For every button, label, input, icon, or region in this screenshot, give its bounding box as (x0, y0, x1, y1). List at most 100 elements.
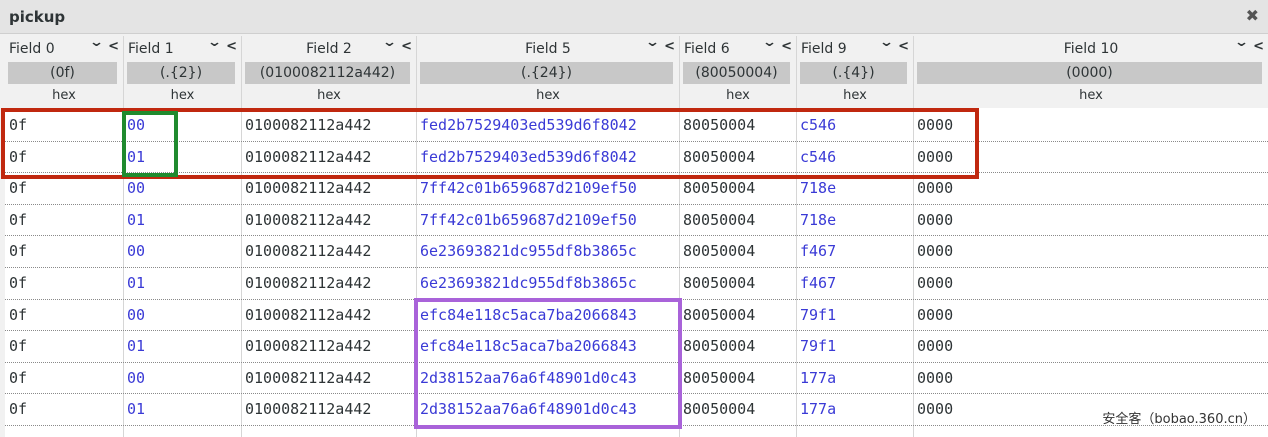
chevron-down-icon[interactable]: ⌄ (645, 35, 660, 53)
table-cell[interactable]: 0f (9, 110, 121, 141)
table-cell[interactable]: efc84e118c5aca7ba2066843 (420, 331, 677, 362)
column-name[interactable]: Field 0 (9, 41, 55, 59)
chevron-down-icon[interactable]: ⌄ (89, 35, 104, 53)
table-row[interactable]: 0f 00 0100082112a442 2d38152aa76a6f48901d0c… (5, 363, 1268, 395)
chevron-left-icon[interactable]: < (401, 39, 412, 57)
chevron-left-icon[interactable]: < (898, 39, 909, 57)
table-cell[interactable]: 79f1 (800, 300, 911, 331)
table-row[interactable]: 0f 01 0100082112a442 fed2b7529403ed539d6f80… (5, 142, 1268, 174)
table-row[interactable]: 0f 00 0100082112a442 efc84e118c5aca7ba20668… (5, 300, 1268, 332)
table-cell[interactable]: 6e23693821dc955df8b3865c (420, 268, 677, 299)
chevron-left-icon[interactable]: < (108, 39, 119, 57)
table-cell[interactable]: 80050004 (683, 331, 794, 362)
column-format[interactable]: hex (5, 88, 123, 106)
table-cell[interactable]: fed2b7529403ed539d6f8042 (420, 142, 677, 173)
table-row[interactable]: 0f 01 0100082112a442 efc84e118c5aca7ba20668… (5, 331, 1268, 363)
chevron-down-icon[interactable]: ⌄ (1234, 35, 1249, 53)
table-cell[interactable]: 0100082112a442 (245, 110, 414, 141)
chevron-down-icon[interactable]: ⌄ (382, 35, 397, 53)
close-icon[interactable]: ✖ (1246, 6, 1259, 26)
table-cell[interactable]: 00 (127, 363, 239, 394)
table-cell[interactable]: 718e (800, 205, 911, 236)
table-cell[interactable]: 80050004 (683, 236, 794, 267)
table-cell[interactable]: 0100082112a442 (245, 363, 414, 394)
column-filter-input[interactable]: (0f) (8, 62, 117, 84)
table-cell[interactable]: 6e23693821dc955df8b3865c (420, 236, 677, 267)
table-cell[interactable]: 0f (9, 331, 121, 362)
table-cell[interactable]: efc84e118c5aca7ba2066843 (420, 300, 677, 331)
table-cell[interactable]: 00 (127, 110, 239, 141)
table-cell[interactable]: 80050004 (683, 205, 794, 236)
table-cell[interactable]: 00 (127, 173, 239, 204)
table-cell[interactable]: 80050004 (683, 300, 794, 331)
table-cell[interactable]: 0f (9, 300, 121, 331)
table-cell[interactable]: 0100082112a442 (245, 268, 414, 299)
column-format[interactable]: hex (680, 88, 796, 106)
table-cell[interactable]: 80050004 (683, 268, 794, 299)
table-cell[interactable]: 01 (127, 268, 239, 299)
table-cell[interactable]: 0100082112a442 (245, 205, 414, 236)
table-cell[interactable]: 01 (127, 394, 239, 425)
table-cell[interactable]: 80050004 (683, 142, 794, 173)
table-cell[interactable]: 0000 (917, 142, 1266, 173)
table-cell[interactable]: 80050004 (683, 363, 794, 394)
column-format[interactable]: hex (914, 88, 1268, 106)
column-filter-input[interactable]: (80050004) (683, 62, 790, 84)
column-filter-input[interactable]: (.{24}) (420, 62, 673, 84)
table-cell[interactable]: 0000 (917, 236, 1266, 267)
column-filter-input[interactable]: (0100082112a442) (245, 62, 410, 84)
chevron-down-icon[interactable]: ⌄ (207, 35, 222, 53)
column-filter-input[interactable]: (0000) (917, 62, 1262, 84)
table-cell[interactable]: 7ff42c01b659687d2109ef50 (420, 205, 677, 236)
table-cell[interactable]: 718e (800, 173, 911, 204)
table-cell[interactable]: 01 (127, 331, 239, 362)
chevron-down-icon[interactable]: ⌄ (879, 35, 894, 53)
table-cell[interactable]: 0100082112a442 (245, 331, 414, 362)
chevron-left-icon[interactable]: < (664, 39, 675, 57)
table-cell[interactable]: 80050004 (683, 173, 794, 204)
table-cell[interactable]: 0f (9, 394, 121, 425)
chevron-down-icon[interactable]: ⌄ (762, 35, 777, 53)
table-row[interactable]: 0f 01 0100082112a442 6e23693821dc955df8b386… (5, 268, 1268, 300)
column-filter-input[interactable]: (.{2}) (127, 62, 235, 84)
table-cell[interactable]: 0f (9, 205, 121, 236)
table-cell[interactable]: 0000 (917, 300, 1266, 331)
table-cell[interactable]: f467 (800, 268, 911, 299)
table-cell[interactable]: 0f (9, 142, 121, 173)
table-cell[interactable]: 0100082112a442 (245, 300, 414, 331)
table-row[interactable]: 0f 00 0100082112a442 6e23693821dc955df8b386… (5, 236, 1268, 268)
table-row[interactable]: 0f 00 0100082112a442 7ff42c01b659687d2109ef… (5, 173, 1268, 205)
table-cell[interactable]: 0100082112a442 (245, 236, 414, 267)
table-cell[interactable]: 177a (800, 363, 911, 394)
column-name[interactable]: Field 9 (801, 41, 847, 59)
column-name[interactable]: Field 5 (417, 41, 679, 59)
chevron-left-icon[interactable]: < (1253, 39, 1264, 57)
table-cell[interactable]: fed2b7529403ed539d6f8042 (420, 110, 677, 141)
table-cell[interactable]: 0000 (917, 331, 1266, 362)
table-cell[interactable]: 0f (9, 236, 121, 267)
table-cell[interactable]: 80050004 (683, 110, 794, 141)
table-row[interactable]: 0f 00 0100082112a442 fed2b7529403ed539d6f80… (5, 110, 1268, 142)
table-cell[interactable]: 2d38152aa76a6f48901d0c43 (420, 394, 677, 425)
table-cell[interactable]: f467 (800, 236, 911, 267)
table-cell[interactable]: 0000 (917, 268, 1266, 299)
table-cell[interactable]: 0000 (917, 173, 1266, 204)
table-cell[interactable]: c546 (800, 110, 911, 141)
table-cell[interactable]: 0100082112a442 (245, 394, 414, 425)
table-cell[interactable]: 7ff42c01b659687d2109ef50 (420, 173, 677, 204)
chevron-left-icon[interactable]: < (781, 39, 792, 57)
table-cell[interactable]: 0100082112a442 (245, 142, 414, 173)
table-cell[interactable]: c546 (800, 142, 911, 173)
column-format[interactable]: hex (797, 88, 913, 106)
column-filter-input[interactable]: (.{4}) (800, 62, 907, 84)
column-format[interactable]: hex (242, 88, 416, 106)
column-name[interactable]: Field 6 (684, 41, 730, 59)
table-cell[interactable]: 0f (9, 173, 121, 204)
table-cell[interactable]: 01 (127, 205, 239, 236)
chevron-left-icon[interactable]: < (226, 39, 237, 57)
table-cell[interactable]: 00 (127, 236, 239, 267)
table-cell[interactable]: 2d38152aa76a6f48901d0c43 (420, 363, 677, 394)
column-format[interactable]: hex (417, 88, 679, 106)
table-cell[interactable]: 80050004 (683, 394, 794, 425)
table-cell[interactable]: 0100082112a442 (245, 173, 414, 204)
